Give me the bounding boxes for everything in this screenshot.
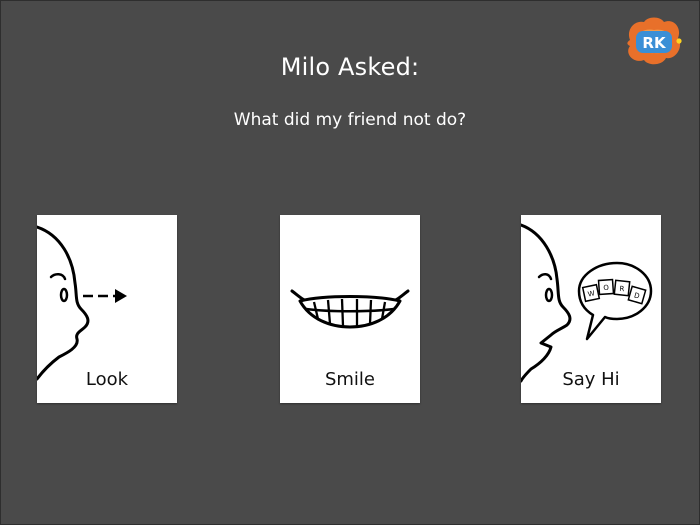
question-text: What did my friend not do? xyxy=(233,110,467,130)
option-card-smile[interactable]: Smile xyxy=(280,215,420,403)
rk-logo-text: RK xyxy=(642,34,667,52)
option-card-say-hi[interactable]: W O R D Say Hi xyxy=(521,215,661,403)
option-label-say-hi: Say Hi xyxy=(562,369,620,390)
option-label-smile: Smile xyxy=(324,369,376,390)
word-tile-o: O xyxy=(603,284,610,292)
option-label-look: Look xyxy=(85,369,129,390)
option-card-look[interactable]: Look xyxy=(37,215,177,403)
word-tile-r: R xyxy=(619,285,625,293)
page-title: Milo Asked: xyxy=(280,53,420,81)
